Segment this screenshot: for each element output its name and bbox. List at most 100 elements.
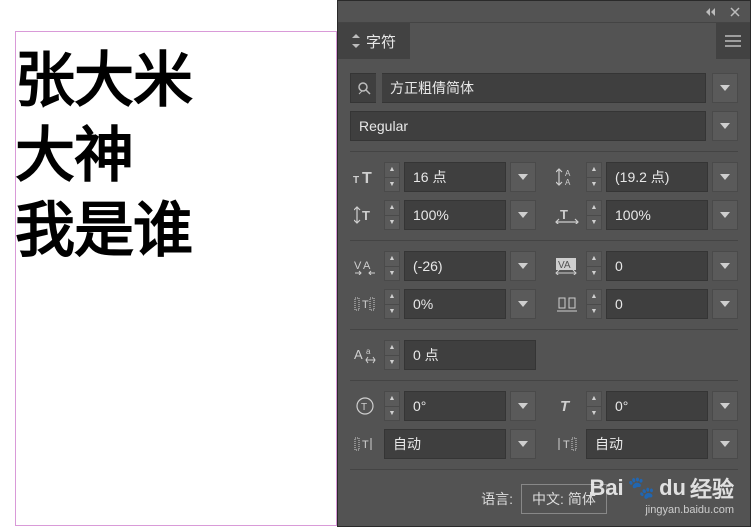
justify-row: T 自动 T 自动	[350, 429, 738, 459]
aki-spinner[interactable]: ▲▼	[586, 289, 602, 319]
aki-dropdown[interactable]	[712, 289, 738, 319]
svg-text:T: T	[362, 208, 370, 223]
canvas-text[interactable]: 张大米 大神 我是谁	[15, 44, 192, 269]
tracking-icon: VA	[552, 253, 582, 279]
skew-dropdown[interactable]	[712, 391, 738, 421]
divider	[350, 329, 738, 330]
size-leading-row: TT ▲▼ 16 点 AA ▲▼ (19.2 点)	[350, 162, 738, 192]
kerning-dropdown[interactable]	[510, 251, 536, 281]
svg-text:A: A	[565, 169, 571, 178]
svg-text:A: A	[354, 347, 363, 362]
baseline-shift-icon: T	[350, 291, 380, 317]
tsume-row: Aa ▲▼ 0 点	[350, 340, 738, 370]
kern-track-row: VA ▲▼ (-26) VA ▲▼ 0	[350, 251, 738, 281]
tracking-dropdown[interactable]	[712, 251, 738, 281]
baseline-aki-row: T ▲▼ 0% ▲▼ 0	[350, 289, 738, 319]
char-rotation-icon: T	[350, 393, 380, 419]
divider	[350, 380, 738, 381]
vertical-scale-field[interactable]: 100%	[404, 200, 506, 230]
svg-text:T: T	[361, 402, 367, 413]
aki-icon	[552, 291, 582, 317]
tsume-field[interactable]: 0 点	[404, 340, 536, 370]
tab-character[interactable]: 字符	[338, 23, 410, 59]
tsume-icon: Aa	[350, 342, 380, 368]
vertical-scale-dropdown[interactable]	[510, 200, 536, 230]
language-value[interactable]: 中文: 简体	[521, 484, 607, 514]
horizontal-scale-dropdown[interactable]	[712, 200, 738, 230]
svg-text:T: T	[362, 299, 369, 311]
font-size-field[interactable]: 16 点	[404, 162, 506, 192]
svg-text:VA: VA	[558, 260, 571, 271]
svg-text:T: T	[560, 207, 568, 222]
font-size-spinner[interactable]: ▲▼	[384, 162, 400, 192]
baseline-shift-dropdown[interactable]	[510, 289, 536, 319]
text-line-3: 我是谁	[15, 194, 192, 269]
panel-menu-button[interactable]	[716, 23, 750, 59]
justify-left-icon: T	[350, 431, 380, 457]
skew-spinner[interactable]: ▲▼	[586, 391, 602, 421]
vertical-scale-icon: T	[350, 202, 380, 228]
divider	[350, 240, 738, 241]
kerning-field[interactable]: (-26)	[404, 251, 506, 281]
horizontal-scale-icon: T	[552, 202, 582, 228]
font-style-row: Regular	[350, 111, 738, 141]
char-rotation-spinner[interactable]: ▲▼	[384, 391, 400, 421]
char-rotation-field[interactable]: 0°	[404, 391, 506, 421]
character-panel: 字符 方正粗倩简体 Regular TT	[337, 0, 751, 527]
horizontal-scale-spinner[interactable]: ▲▼	[586, 200, 602, 230]
justify-left-field[interactable]: 自动	[384, 429, 506, 459]
baseline-shift-field[interactable]: 0%	[404, 289, 506, 319]
baseline-shift-spinner[interactable]: ▲▼	[384, 289, 400, 319]
scale-row: T ▲▼ 100% T ▲▼ 100%	[350, 200, 738, 230]
font-search-button[interactable]	[350, 73, 376, 103]
svg-text:T: T	[362, 439, 369, 451]
svg-text:a: a	[366, 347, 371, 356]
svg-text:A: A	[565, 178, 571, 187]
tab-label: 字符	[366, 31, 396, 52]
drag-grip-icon	[352, 34, 360, 48]
svg-text:T: T	[560, 398, 571, 415]
tab-bar: 字符	[338, 23, 750, 59]
collapse-icon[interactable]	[704, 5, 718, 19]
font-style-field[interactable]: Regular	[350, 111, 706, 141]
tracking-field[interactable]: 0	[606, 251, 708, 281]
svg-text:T: T	[353, 175, 359, 186]
svg-text:A: A	[363, 260, 371, 272]
language-row: 语言: 中文: 简体	[350, 484, 738, 514]
tsume-spinner[interactable]: ▲▼	[384, 340, 400, 370]
rotation-skew-row: T ▲▼ 0° T ▲▼ 0°	[350, 391, 738, 421]
leading-spinner[interactable]: ▲▼	[586, 162, 602, 192]
horizontal-scale-field[interactable]: 100%	[606, 200, 708, 230]
font-family-field[interactable]: 方正粗倩简体	[382, 73, 706, 103]
leading-dropdown[interactable]	[712, 162, 738, 192]
language-label: 语言:	[481, 489, 513, 509]
panel-body: 方正粗倩简体 Regular TT ▲▼ 16 点 A	[338, 59, 750, 524]
svg-text:T: T	[362, 170, 372, 186]
font-family-row: 方正粗倩简体	[350, 73, 738, 103]
skew-field[interactable]: 0°	[606, 391, 708, 421]
divider	[350, 151, 738, 152]
font-size-icon: TT	[350, 164, 380, 190]
font-size-dropdown[interactable]	[510, 162, 536, 192]
svg-text:V: V	[354, 260, 362, 272]
skew-icon: T	[552, 393, 582, 419]
vertical-scale-spinner[interactable]: ▲▼	[384, 200, 400, 230]
svg-text:T: T	[563, 439, 570, 451]
aki-field[interactable]: 0	[606, 289, 708, 319]
close-icon[interactable]	[728, 5, 742, 19]
text-line-1: 张大米	[15, 44, 192, 119]
leading-field[interactable]: (19.2 点)	[606, 162, 708, 192]
font-style-dropdown[interactable]	[712, 111, 738, 141]
kerning-icon: VA	[350, 253, 380, 279]
divider	[350, 469, 738, 470]
justify-left-dropdown[interactable]	[510, 429, 536, 459]
justify-right-dropdown[interactable]	[712, 429, 738, 459]
justify-right-icon: T	[552, 431, 582, 457]
font-family-dropdown[interactable]	[712, 73, 738, 103]
panel-titlebar	[338, 1, 750, 23]
tab-bar-empty	[410, 23, 716, 59]
char-rotation-dropdown[interactable]	[510, 391, 536, 421]
tracking-spinner[interactable]: ▲▼	[586, 251, 602, 281]
kerning-spinner[interactable]: ▲▼	[384, 251, 400, 281]
justify-right-field[interactable]: 自动	[586, 429, 708, 459]
